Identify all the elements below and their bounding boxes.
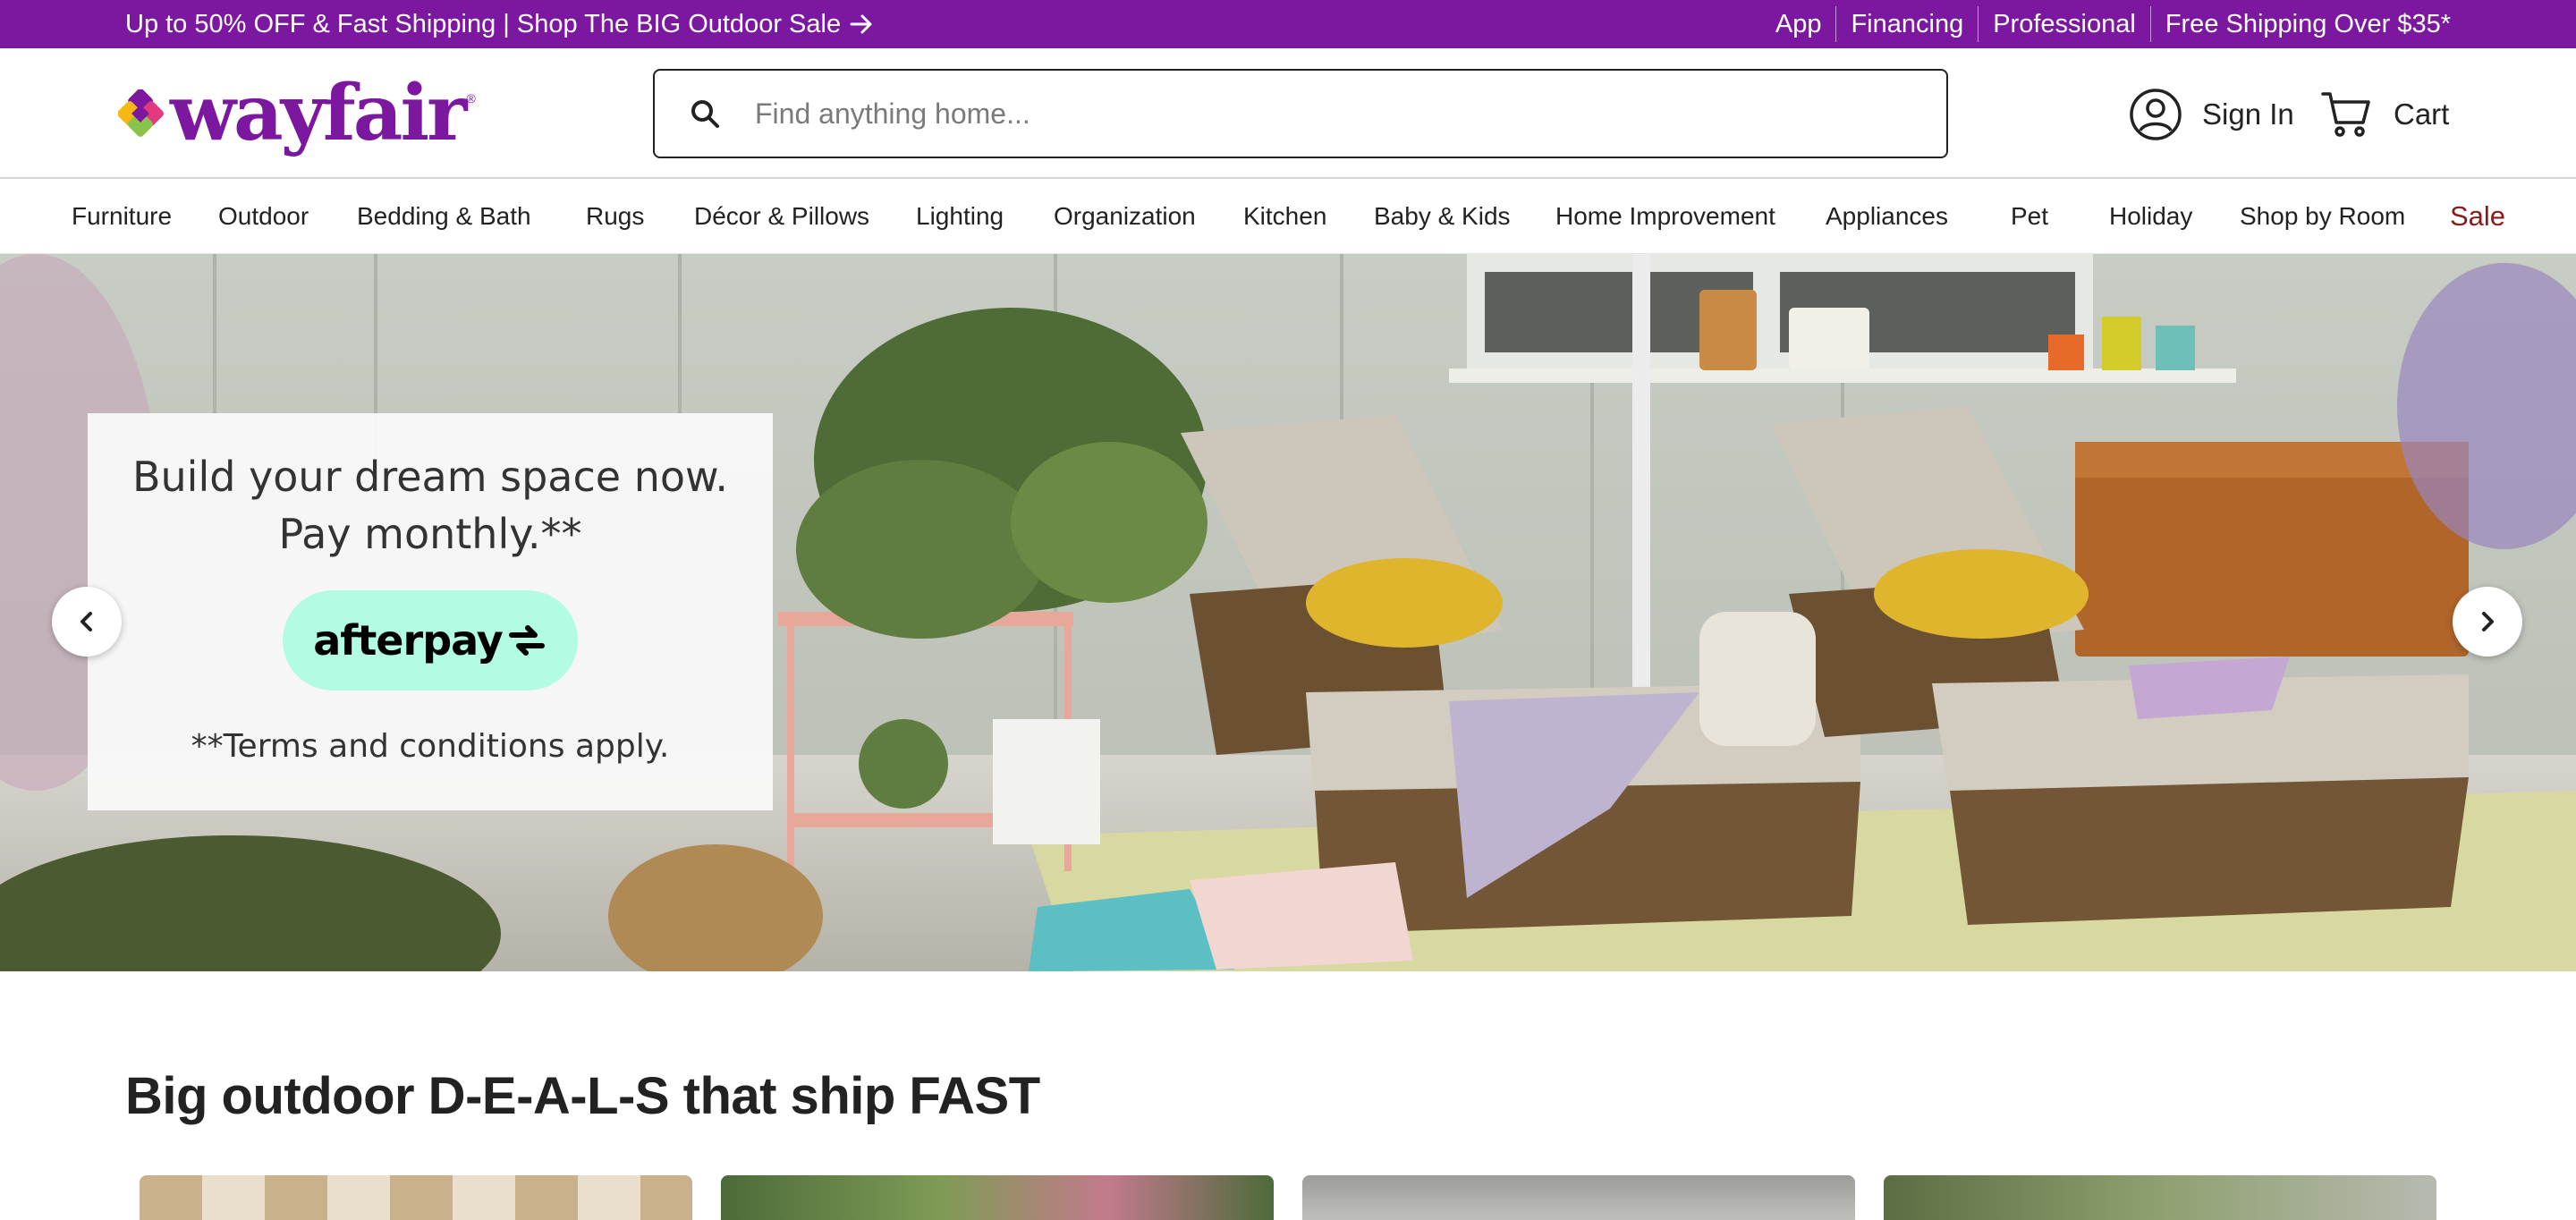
nav-item-baby-kids[interactable]: Baby & Kids: [1374, 179, 1511, 254]
afterpay-logo-text: afterpay: [313, 616, 503, 665]
promo-message-link[interactable]: Up to 50% OFF & Fast Shipping | Shop The…: [125, 0, 875, 48]
nav-item-bedding-bath[interactable]: Bedding & Bath: [357, 179, 531, 254]
carousel-prev-button[interactable]: [52, 587, 122, 657]
nav-item-kitchen[interactable]: Kitchen: [1243, 179, 1326, 254]
category-nav: Furniture Outdoor Bedding & Bath Rugs Dé…: [0, 179, 2576, 254]
nav-item-lighting[interactable]: Lighting: [916, 179, 1004, 254]
financing-link[interactable]: Financing: [1835, 6, 1978, 42]
promo-bar: Up to 50% OFF & Fast Shipping | Shop The…: [0, 0, 2576, 48]
free-shipping-link[interactable]: Free Shipping Over $35*: [2149, 6, 2451, 42]
promo-terms: **Terms and conditions apply.: [191, 728, 670, 765]
sign-in-button[interactable]: Sign In: [2129, 88, 2294, 141]
deal-card[interactable]: [721, 1175, 1274, 1220]
cart-icon: [2321, 92, 2370, 137]
nav-item-sale[interactable]: Sale: [2450, 179, 2505, 254]
nav-item-decor-pillows[interactable]: Décor & Pillows: [694, 179, 869, 254]
sign-in-label: Sign In: [2202, 97, 2294, 131]
carousel-next-button[interactable]: [2453, 587, 2522, 657]
hero-banner[interactable]: Build your dream space now. Pay monthly.…: [0, 254, 2576, 971]
nav-item-holiday[interactable]: Holiday: [2109, 179, 2192, 254]
nav-item-outdoor[interactable]: Outdoor: [218, 179, 309, 254]
professional-link[interactable]: Professional: [1978, 6, 2150, 42]
arrow-right-icon: [850, 14, 872, 34]
nav-item-shop-by-room[interactable]: Shop by Room: [2240, 179, 2405, 254]
chevron-left-icon: [80, 612, 92, 631]
wayfair-logo[interactable]: wayfair ®: [118, 73, 476, 154]
search-bar: [653, 69, 1948, 158]
cart-label: Cart: [2394, 97, 2450, 131]
search-icon[interactable]: [689, 97, 721, 130]
nav-item-home-improvement[interactable]: Home Improvement: [1555, 179, 1775, 254]
promo-headline-line2: Pay monthly.**: [278, 510, 582, 558]
financing-promo-card[interactable]: Build your dream space now. Pay monthly.…: [88, 413, 773, 810]
nav-item-pet[interactable]: Pet: [2011, 179, 2048, 254]
deal-card[interactable]: [140, 1175, 692, 1220]
logo-mark-icon: [118, 89, 164, 137]
logo-text: wayfair: [170, 68, 467, 158]
afterpay-arrows-icon: [508, 625, 545, 656]
deal-card[interactable]: [1884, 1175, 2436, 1220]
chevron-right-icon: [2482, 612, 2494, 631]
nav-item-furniture[interactable]: Furniture: [72, 179, 172, 254]
afterpay-logo: afterpay: [283, 590, 578, 690]
app-link[interactable]: App: [1775, 6, 1836, 42]
nav-item-rugs[interactable]: Rugs: [586, 179, 644, 254]
account-circle-icon: [2130, 89, 2182, 140]
cart-button[interactable]: Cart: [2320, 88, 2449, 141]
nav-item-organization[interactable]: Organization: [1054, 179, 1196, 254]
nav-item-appliances[interactable]: Appliances: [1826, 179, 1948, 254]
promo-message: Up to 50% OFF & Fast Shipping | Shop The…: [125, 9, 842, 38]
section-title: Big outdoor D-E-A-L-S that ship FAST: [125, 1067, 1040, 1125]
registered-mark: ®: [466, 91, 476, 106]
site-header: wayfair ® Sign In Cart: [0, 48, 2576, 179]
promo-links: App Financing Professional Free Shipping…: [1775, 0, 2451, 48]
deal-card[interactable]: [1302, 1175, 1855, 1220]
promo-headline-line1: Build your dream space now.: [131, 453, 729, 501]
search-input[interactable]: [755, 97, 1918, 131]
